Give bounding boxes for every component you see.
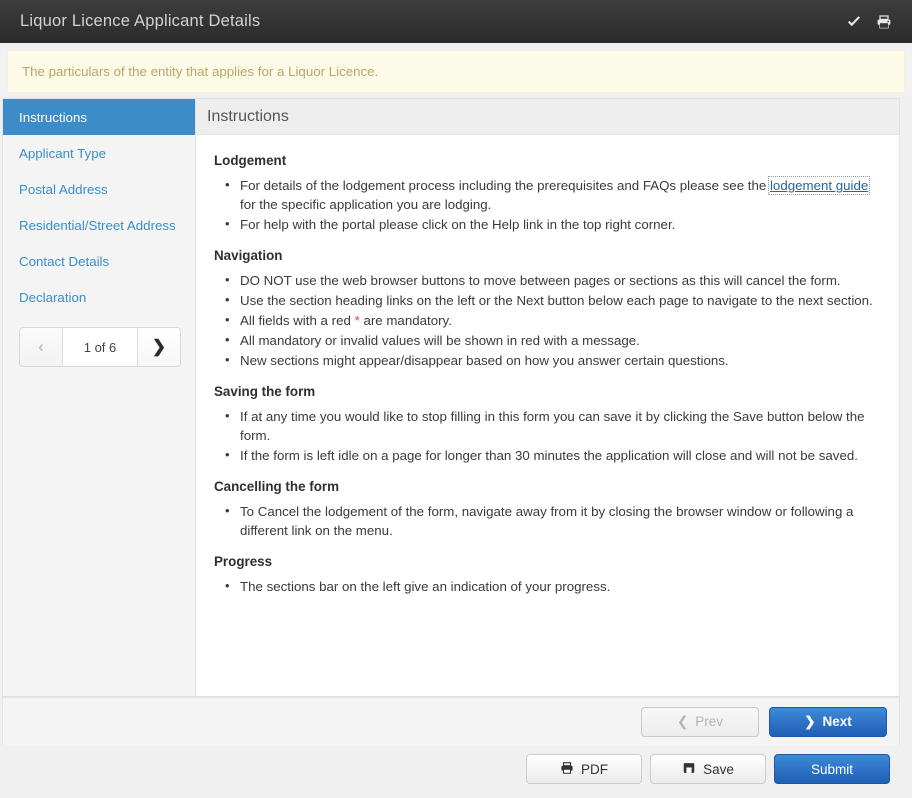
list-item: If at any time you would like to stop fi…: [225, 406, 881, 445]
save-button-label: Save: [703, 761, 734, 777]
section-title-cancelling-the-form: Cancelling the form: [214, 479, 339, 494]
sidebar-item-applicant-type[interactable]: Applicant Type: [3, 135, 195, 171]
action-bar: PDF Save Submit: [2, 745, 900, 793]
pdf-button-label: PDF: [581, 761, 608, 777]
print-icon[interactable]: [876, 14, 892, 30]
save-button[interactable]: Save: [650, 754, 766, 784]
list-item-text: To Cancel the lodgement of the form, nav…: [240, 504, 854, 538]
print-icon: [560, 761, 574, 778]
sidebar-item-label: Residential/Street Address: [19, 217, 176, 233]
list-item-text: For help with the portal please click on…: [240, 217, 676, 232]
list-item: All fields with a red * are mandatory.: [225, 310, 881, 330]
list-item: New sections might appear/disappear base…: [225, 350, 881, 370]
list-item: DO NOT use the web browser buttons to mo…: [225, 270, 881, 290]
sidebar-item-contact-details[interactable]: Contact Details: [3, 243, 195, 279]
submit-button-label: Submit: [810, 761, 854, 777]
list-item-text-after: for the specific application you are lod…: [240, 197, 492, 212]
next-button-label: Next: [822, 714, 852, 729]
main-panel: Instructions Applicant Type Postal Addre…: [2, 98, 900, 697]
check-icon[interactable]: [846, 14, 862, 30]
section-list-navigation: DO NOT use the web browser buttons to mo…: [214, 270, 881, 370]
pager-next-button[interactable]: ❯: [137, 328, 180, 366]
list-item: Use the section heading links on the lef…: [225, 290, 881, 310]
app-header: Liquor Licence Applicant Details: [0, 0, 912, 43]
sidebar-item-label: Applicant Type: [19, 145, 106, 161]
list-item-text: If at any time you would like to stop fi…: [240, 409, 865, 443]
sidebar-item-label: Declaration: [19, 289, 87, 305]
section-list-progress: The sections bar on the left give an ind…: [214, 576, 881, 596]
chevron-right-icon: ❯: [151, 337, 167, 356]
list-item: All mandatory or invalid values will be …: [225, 330, 881, 350]
list-item: If the form is left idle on a page for l…: [225, 445, 881, 465]
list-item-text: All mandatory or invalid values will be …: [240, 333, 640, 348]
header-icon-group: [846, 14, 896, 30]
page-title: Liquor Licence Applicant Details: [20, 12, 261, 30]
list-item-text: New sections might appear/disappear base…: [240, 353, 729, 368]
section-title-lodgement: Lodgement: [214, 153, 287, 168]
sidebar-item-declaration[interactable]: Declaration: [3, 279, 195, 315]
section-pager: ‹ 1 of 6 ❯: [19, 327, 181, 367]
section-list-lodgement: For details of the lodgement process inc…: [214, 175, 881, 234]
save-icon: [682, 761, 696, 778]
panel-footer: ❮ Prev ❯ Next: [3, 697, 899, 745]
sidebar-item-instructions[interactable]: Instructions: [3, 99, 195, 135]
prev-button[interactable]: ❮ Prev: [641, 706, 759, 737]
content-body: Lodgement For details of the lodgement p…: [196, 135, 899, 696]
list-item-text: The sections bar on the left give an ind…: [240, 579, 611, 594]
content-column: Instructions Lodgement For details of th…: [196, 99, 899, 696]
section-title-navigation: Navigation: [214, 248, 283, 263]
lodgement-guide-link[interactable]: lodgement guide: [767, 176, 871, 195]
pager-label: 1 of 6: [63, 328, 137, 366]
sidebar-item-label: Contact Details: [19, 253, 110, 269]
section-title-progress: Progress: [214, 554, 273, 569]
notice-banner-wrapper: The particulars of the entity that appli…: [0, 43, 912, 96]
chevron-left-icon: ❮: [676, 713, 689, 729]
next-button[interactable]: ❯ Next: [769, 706, 887, 737]
section-list-saving-the-form: If at any time you would like to stop fi…: [214, 406, 881, 465]
list-item-text-before: All fields with a red: [240, 313, 355, 328]
list-item-text: If the form is left idle on a page for l…: [240, 448, 858, 463]
chevron-right-icon: ❯: [804, 713, 816, 729]
sidebar: Instructions Applicant Type Postal Addre…: [3, 99, 196, 696]
list-item-text-after: are mandatory.: [359, 313, 452, 328]
pager-prev-button[interactable]: ‹: [20, 328, 63, 366]
list-item: For help with the portal please click on…: [225, 214, 881, 234]
list-item-text: DO NOT use the web browser buttons to mo…: [240, 273, 841, 288]
sidebar-item-postal-address[interactable]: Postal Address: [3, 171, 195, 207]
sidebar-item-residential-street-address[interactable]: Residential/Street Address: [3, 207, 195, 243]
list-item: The sections bar on the left give an ind…: [225, 576, 881, 596]
list-item: To Cancel the lodgement of the form, nav…: [225, 501, 881, 540]
sidebar-item-label: Postal Address: [19, 181, 108, 197]
chevron-left-icon: ‹: [38, 337, 44, 356]
sidebar-item-label: Instructions: [19, 109, 87, 125]
content-heading: Instructions: [196, 99, 899, 135]
notice-text: The particulars of the entity that appli…: [22, 64, 379, 79]
section-title-saving-the-form: Saving the form: [214, 384, 316, 399]
list-item-text-before: For details of the lodgement process inc…: [240, 178, 770, 193]
submit-button[interactable]: Submit: [774, 754, 890, 784]
section-list-cancelling-the-form: To Cancel the lodgement of the form, nav…: [214, 501, 881, 540]
prev-button-label: Prev: [695, 714, 724, 729]
panel-footer-bar: ❮ Prev ❯ Next: [2, 697, 900, 745]
pdf-button[interactable]: PDF: [526, 754, 642, 784]
list-item: For details of the lodgement process inc…: [225, 175, 881, 214]
list-item-text: Use the section heading links on the lef…: [240, 293, 873, 308]
notice-banner: The particulars of the entity that appli…: [7, 50, 905, 93]
